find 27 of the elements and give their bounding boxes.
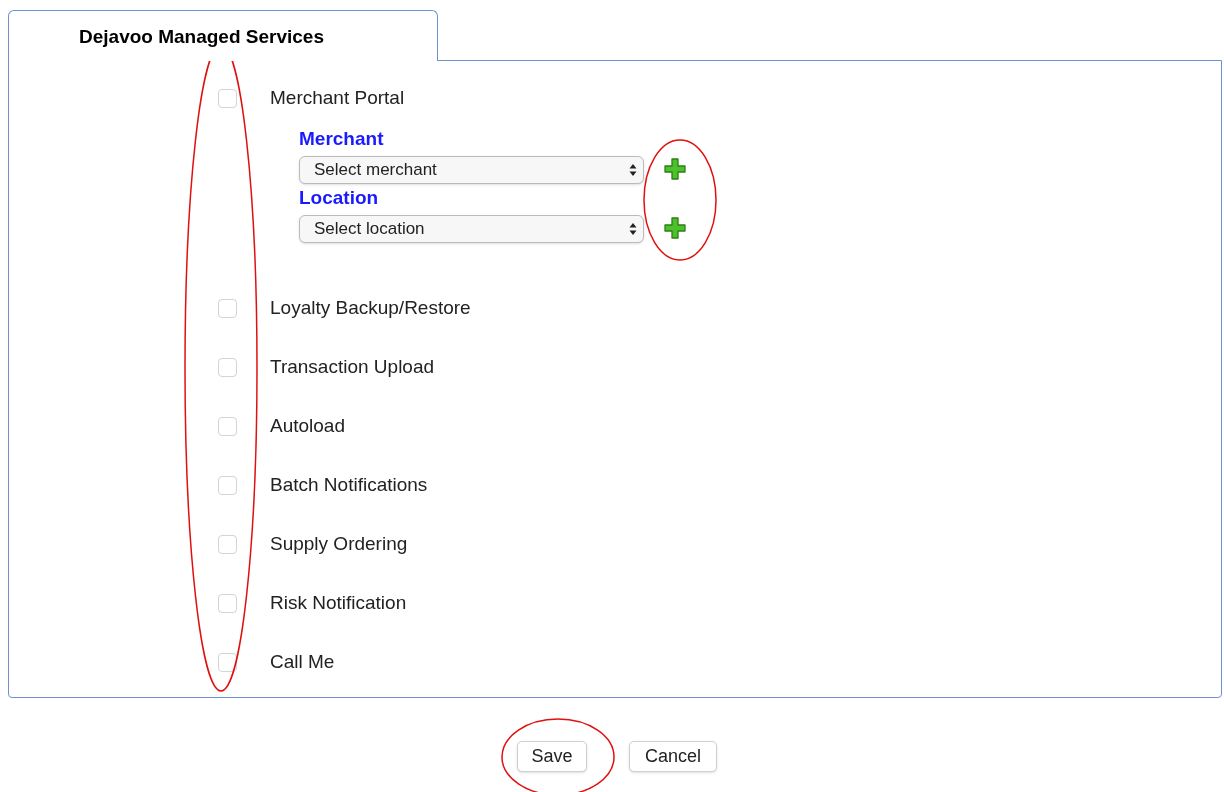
service-label: Transaction Upload — [270, 355, 435, 380]
select-dropdown[interactable]: Select location — [299, 215, 644, 243]
checkbox[interactable] — [218, 417, 237, 436]
service-label: Loyalty Backup/Restore — [270, 296, 471, 321]
tab[interactable]: Dejavoo Managed Services — [8, 10, 438, 61]
updown-arrows-icon — [629, 222, 637, 236]
checkbox[interactable] — [218, 89, 237, 108]
select-dropdown[interactable]: Select merchant — [299, 156, 644, 184]
service-label: Supply Ordering — [270, 532, 408, 557]
add-button[interactable] — [663, 157, 687, 181]
field-label: Merchant — [299, 129, 384, 149]
service-label: Batch Notifications — [270, 473, 428, 498]
checkbox[interactable] — [218, 653, 237, 672]
service-label: Merchant Portal — [270, 86, 405, 111]
checkbox[interactable] — [218, 358, 237, 377]
service-label: Risk Notification — [270, 591, 407, 616]
service-label: Call Me — [270, 650, 335, 675]
field-label: Location — [299, 188, 379, 208]
service-label: Autoload — [270, 414, 345, 439]
checkbox[interactable] — [218, 535, 237, 554]
updown-arrows-icon — [629, 163, 637, 177]
save-button[interactable]: Save — [517, 741, 587, 772]
add-button[interactable] — [663, 216, 687, 240]
checkbox[interactable] — [218, 594, 237, 613]
checkbox[interactable] — [218, 299, 237, 318]
cancel-button[interactable]: Cancel — [629, 741, 717, 772]
checkbox[interactable] — [218, 476, 237, 495]
